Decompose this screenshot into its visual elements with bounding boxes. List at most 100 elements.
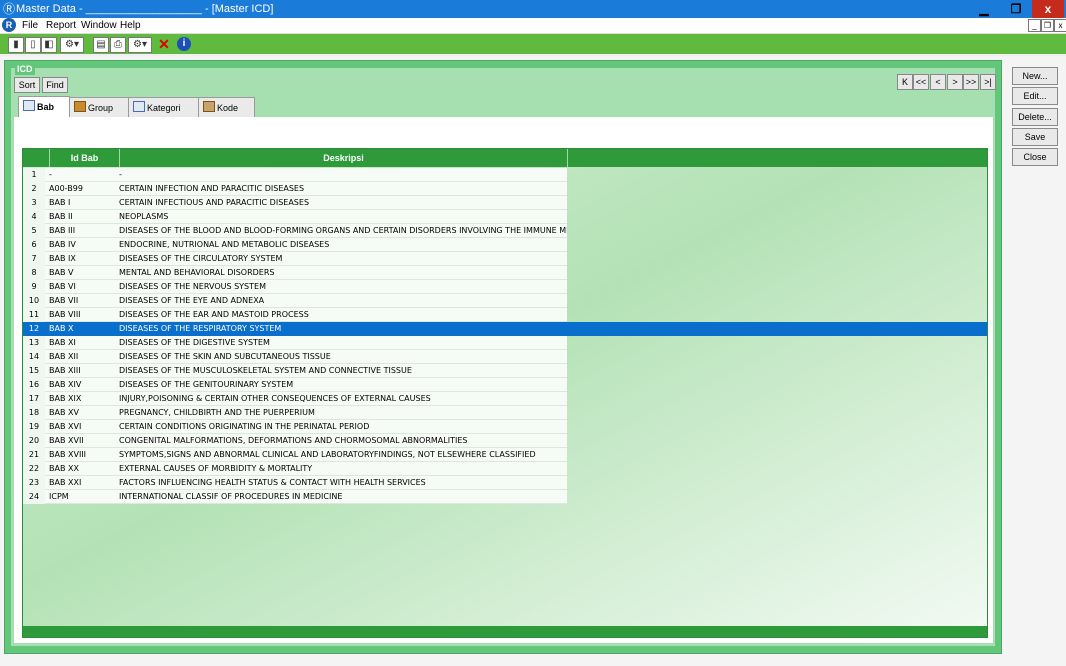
column-header-deskripsi[interactable]: Deskripsi	[120, 149, 568, 167]
cell-id-bab: BAB XVII	[49, 436, 84, 445]
cell-deskripsi: DISEASES OF THE SKIN AND SUBCUTANEOUS TI…	[119, 352, 331, 361]
cell-id-bab: BAB XIV	[49, 380, 82, 389]
cell-id-bab: BAB XVI	[49, 422, 82, 431]
window-title: Master Data - ___________________ - [Mas…	[16, 3, 274, 15]
menu-help[interactable]: Help	[120, 19, 141, 32]
cell-id-bab: BAB XXI	[49, 478, 82, 487]
table-row[interactable]: 8 BAB V MENTAL AND BEHAVIORAL DISORDERS	[23, 266, 987, 280]
cell-deskripsi: PREGNANCY, CHILDBIRTH AND THE PUERPERIUM	[119, 408, 315, 417]
cell-deskripsi: CERTAIN INFECTION AND PARACITIC DISEASES	[119, 184, 305, 193]
cell-id-bab: A00-B99	[49, 184, 83, 193]
table-row[interactable]: 21 BAB XVIII SYMPTOMS,SIGNS AND ABNORMAL C…	[23, 448, 987, 462]
row-number: 4	[23, 210, 45, 224]
tool-open-icon[interactable]: ▯	[25, 37, 41, 53]
close-window-button[interactable]: x	[1032, 0, 1064, 18]
nav-prev-page-button[interactable]: <<	[913, 74, 929, 90]
menu-report[interactable]: Report	[46, 19, 76, 32]
tab-group-icd[interactable]: Group ICD	[69, 97, 129, 133]
tool-save-icon[interactable]: ▤	[93, 37, 109, 53]
mdi-restore-button[interactable]: ❐	[1041, 19, 1054, 32]
cell-deskripsi: DISEASES OF THE EYE AND ADNEXA	[119, 296, 265, 305]
close-button[interactable]: Close	[1012, 148, 1058, 166]
cell-deskripsi: EXTERNAL CAUSES OF MORBIDITY & MORTALITY	[119, 464, 313, 473]
row-number: 24	[23, 490, 45, 504]
table-row[interactable]: 18 BAB XV PREGNANCY, CHILDBIRTH AND THE PU…	[23, 406, 987, 420]
cell-id-bab: BAB XIX	[49, 394, 82, 403]
cell-deskripsi: INJURY,POISONING & CERTAIN OTHER CONSEQU…	[119, 394, 431, 403]
maximize-button[interactable]: ❐	[1000, 0, 1032, 18]
minimize-button[interactable]: ▁	[968, 0, 1000, 18]
cell-deskripsi: SYMPTOMS,SIGNS AND ABNORMAL CLINICAL AND…	[119, 450, 536, 459]
tab-kategori-icd[interactable]: Kategori ICD	[128, 97, 199, 133]
nav-next-button[interactable]: >	[947, 74, 963, 90]
title-bar: Ⓡ Master Data - ___________________ - [M…	[0, 0, 1066, 18]
menu-file[interactable]: File	[22, 19, 38, 32]
table-row[interactable]: 2 A00-B99 CERTAIN INFECTION AND PARACITIC …	[23, 182, 987, 196]
tool-print-icon[interactable]: ⎙	[110, 37, 126, 53]
table-row[interactable]: 15 BAB XIII DISEASES OF THE MUSCULOSKELETA…	[23, 364, 987, 378]
table-row[interactable]: 24 ICPM INTERNATIONAL CLASSIF OF PROCEDURE…	[23, 490, 987, 504]
row-number-header	[23, 149, 50, 167]
sort-button[interactable]: Sort	[14, 77, 40, 93]
tool-first-icon[interactable]: ▮	[8, 37, 24, 53]
cell-id-bab: BAB X	[49, 324, 74, 333]
find-button[interactable]: Find	[42, 77, 68, 93]
tool-window-icon[interactable]: ◧	[41, 37, 57, 53]
table-row[interactable]: 22 BAB XX EXTERNAL CAUSES OF MORBIDITY & M…	[23, 462, 987, 476]
nav-prev-button[interactable]: <	[930, 74, 946, 90]
nav-first-button[interactable]: K	[897, 74, 913, 90]
cell-id-bab: BAB VIII	[49, 310, 81, 319]
tool-config-dropdown-icon[interactable]: ⚙▾	[128, 37, 152, 53]
tool-info-icon[interactable]: i	[177, 37, 191, 51]
cell-deskripsi: NEOPLASMS	[119, 212, 169, 221]
table-row[interactable]: 5 BAB III DISEASES OF THE BLOOD AND BLOOD-…	[23, 224, 987, 238]
new-button[interactable]: New...	[1012, 67, 1058, 85]
mdi-minimize-button[interactable]: _	[1028, 19, 1041, 32]
save-button[interactable]: Save	[1012, 128, 1058, 146]
menu-window[interactable]: Window	[81, 19, 117, 32]
table-row[interactable]: 6 BAB IV ENDOCRINE, NUTRIONAL AND METABOLI…	[23, 238, 987, 252]
table-row[interactable]: 4 BAB II NEOPLASMS	[23, 210, 987, 224]
row-number: 3	[23, 196, 45, 210]
row-number: 23	[23, 476, 45, 490]
table-row[interactable]: 23 BAB XXI FACTORS INFLUENCING HEALTH STAT…	[23, 476, 987, 490]
nav-last-button[interactable]: >|	[980, 74, 996, 90]
row-number: 21	[23, 448, 45, 462]
table-row[interactable]: 11 BAB VIII DISEASES OF THE EAR AND MASTOI…	[23, 308, 987, 322]
table-row[interactable]: 20 BAB XVII CONGENITAL MALFORMATIONS, DEFO…	[23, 434, 987, 448]
cell-id-bab: BAB XIII	[49, 366, 81, 375]
tool-settings-dropdown-icon[interactable]: ⚙▾	[60, 37, 84, 53]
cell-id-bab: BAB XX	[49, 464, 79, 473]
row-number: 6	[23, 238, 45, 252]
cell-id-bab: ICPM	[49, 492, 69, 501]
table-row[interactable]: 7 BAB IX DISEASES OF THE CIRCULATORY SYSTE…	[23, 252, 987, 266]
table-row[interactable]: 1--	[23, 168, 987, 182]
cell-deskripsi: CONGENITAL MALFORMATIONS, DEFORMATIONS A…	[119, 436, 468, 445]
icd-panel-legend: ICD	[15, 63, 35, 75]
tab-bab-icd[interactable]: Bab ICD	[18, 96, 70, 132]
cell-deskripsi: DISEASES OF THE RESPIRATORY SYSTEM	[119, 324, 282, 333]
table-row[interactable]: 12 BAB X DISEASES OF THE RESPIRATORY SYSTE…	[23, 322, 987, 336]
row-number: 18	[23, 406, 45, 420]
table-row[interactable]: 10 BAB VII DISEASES OF THE EYE AND ADNEXA	[23, 294, 987, 308]
toolbar: ▮ ▯ ◧ ⚙▾ ▤ ⎙ ⚙▾ ✕ i	[0, 34, 1066, 54]
mdi-close-button[interactable]: x	[1054, 19, 1066, 32]
cell-id-bab: BAB XVIII	[49, 450, 87, 459]
row-number: 16	[23, 378, 45, 392]
delete-button[interactable]: Delete...	[1012, 108, 1058, 126]
table-row[interactable]: 9 BAB VI DISEASES OF THE NERVOUS SYSTEM	[23, 280, 987, 294]
edit-button[interactable]: Edit...	[1012, 87, 1058, 105]
table-row[interactable]: 17 BAB XIX INJURY,POISONING & CERTAIN OTHE…	[23, 392, 987, 406]
tool-delete-icon[interactable]: ✕	[157, 37, 171, 51]
table-row[interactable]: 14 BAB XII DISEASES OF THE SKIN AND SUBCUT…	[23, 350, 987, 364]
nav-next-page-button[interactable]: >>	[963, 74, 979, 90]
row-number: 20	[23, 434, 45, 448]
cell-id-bab: BAB IV	[49, 240, 76, 249]
cell-deskripsi: DISEASES OF THE GENITOURINARY SYSTEM	[119, 380, 294, 389]
tab-kode-icd[interactable]: Kode ICD	[198, 97, 255, 133]
table-row[interactable]: 13 BAB XI DISEASES OF THE DIGESTIVE SYSTEM	[23, 336, 987, 350]
table-row[interactable]: 16 BAB XIV DISEASES OF THE GENITOURINARY S…	[23, 378, 987, 392]
column-header-id-bab[interactable]: Id Bab	[50, 149, 120, 167]
table-row[interactable]: 19 BAB XVI CERTAIN CONDITIONS ORIGINATING …	[23, 420, 987, 434]
table-row[interactable]: 3 BAB I CERTAIN INFECTIOUS AND PARACITIC D…	[23, 196, 987, 210]
